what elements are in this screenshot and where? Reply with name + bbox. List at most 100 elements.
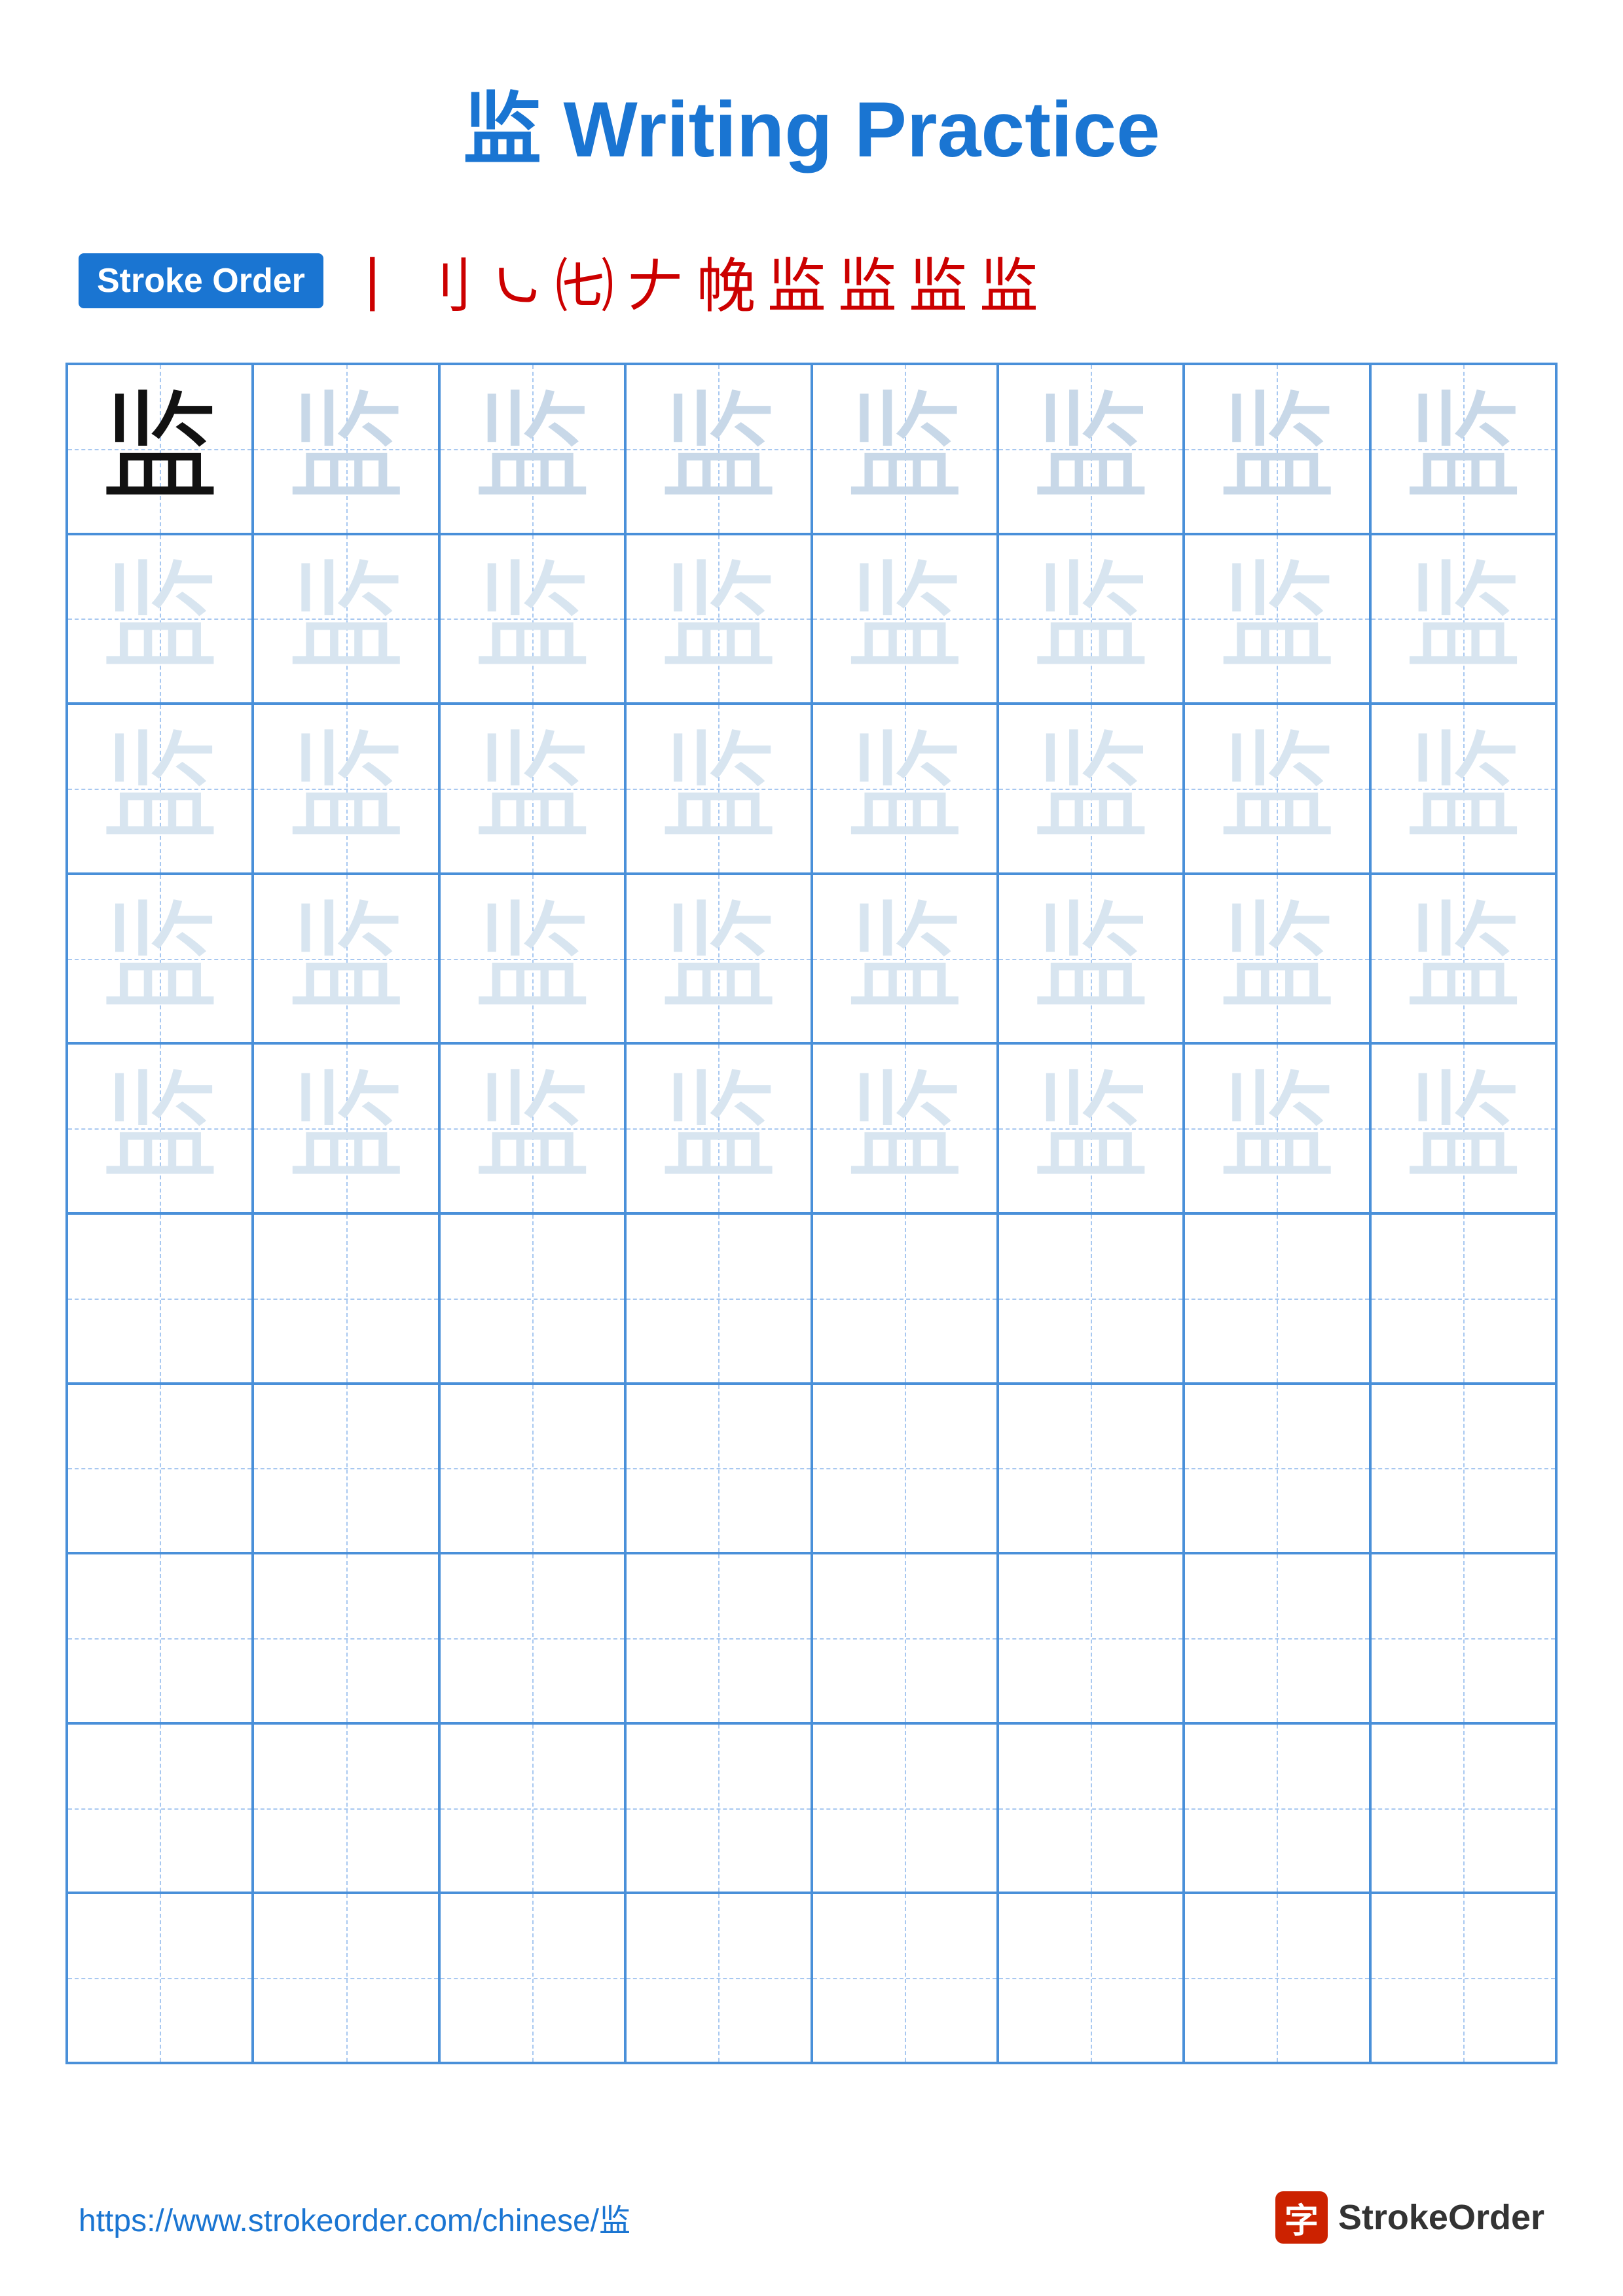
- grid-cell[interactable]: 监: [1184, 534, 1370, 704]
- grid-cell[interactable]: [812, 1553, 998, 1723]
- practice-char: 监: [1404, 390, 1522, 508]
- practice-char: 监: [1218, 1069, 1336, 1187]
- grid-cell[interactable]: 监: [439, 364, 625, 534]
- grid-cell[interactable]: 监: [1184, 364, 1370, 534]
- grid-cell[interactable]: 监: [1370, 1043, 1556, 1213]
- grid-cell[interactable]: [812, 1893, 998, 2063]
- grid-cell[interactable]: 监: [812, 704, 998, 874]
- grid-cell[interactable]: 监: [812, 874, 998, 1044]
- grid-cell[interactable]: [625, 1213, 811, 1384]
- grid-cell[interactable]: 监: [439, 874, 625, 1044]
- grid-cell[interactable]: 监: [1370, 534, 1556, 704]
- grid-cell[interactable]: [1184, 1723, 1370, 1893]
- grid-cell[interactable]: 监: [253, 704, 439, 874]
- grid-cell[interactable]: 监: [1184, 704, 1370, 874]
- practice-char: 监: [846, 560, 964, 677]
- grid-cell[interactable]: [253, 1723, 439, 1893]
- grid-cell[interactable]: [439, 1893, 625, 2063]
- grid-cell[interactable]: 监: [625, 874, 811, 1044]
- title-char: 监: [463, 86, 541, 173]
- grid-cell[interactable]: [67, 1553, 253, 1723]
- grid-cell[interactable]: 监: [1370, 704, 1556, 874]
- grid-cell[interactable]: [625, 1893, 811, 2063]
- grid-cell[interactable]: 监: [253, 874, 439, 1044]
- grid-cell[interactable]: [1370, 1213, 1556, 1384]
- practice-char: 监: [659, 560, 777, 677]
- grid-cell[interactable]: [998, 1553, 1184, 1723]
- grid-cell[interactable]: 监: [625, 704, 811, 874]
- practice-grid: 监监监监监监监监监监监监监监监监监监监监监监监监监监监监监监监监监监监监监监监监: [65, 363, 1558, 2064]
- grid-cell[interactable]: 监: [67, 1043, 253, 1213]
- grid-cell[interactable]: [439, 1384, 625, 1554]
- grid-cell[interactable]: 监: [998, 704, 1184, 874]
- footer-brand: 字 StrokeOrder: [1275, 2191, 1544, 2244]
- grid-cell[interactable]: 监: [67, 874, 253, 1044]
- grid-cell[interactable]: [1370, 1553, 1556, 1723]
- grid-cell[interactable]: [998, 1384, 1184, 1554]
- brand-char: 字: [1285, 2193, 1319, 2242]
- grid-cell[interactable]: 监: [812, 534, 998, 704]
- grid-cell[interactable]: [67, 1213, 253, 1384]
- grid-cell[interactable]: 监: [1370, 364, 1556, 534]
- grid-cell[interactable]: [439, 1553, 625, 1723]
- grid-cell[interactable]: [439, 1213, 625, 1384]
- grid-cell[interactable]: [1184, 1384, 1370, 1554]
- practice-char: 监: [1032, 560, 1150, 677]
- practice-char: 监: [659, 390, 777, 508]
- grid-cell[interactable]: [1370, 1893, 1556, 2063]
- grid-cell[interactable]: [253, 1213, 439, 1384]
- grid-cell[interactable]: [625, 1723, 811, 1893]
- grid-cell[interactable]: [253, 1553, 439, 1723]
- grid-cell[interactable]: [67, 1723, 253, 1893]
- grid-cell[interactable]: [1184, 1213, 1370, 1384]
- practice-char: 监: [101, 390, 219, 508]
- grid-cell[interactable]: 监: [1184, 1043, 1370, 1213]
- practice-char: 监: [846, 900, 964, 1018]
- practice-char: 监: [1032, 730, 1150, 848]
- grid-cell[interactable]: 监: [1184, 874, 1370, 1044]
- grid-cell[interactable]: 监: [67, 534, 253, 704]
- grid-cell[interactable]: 监: [998, 534, 1184, 704]
- grid-cell[interactable]: 监: [998, 1043, 1184, 1213]
- grid-cell[interactable]: 监: [625, 1043, 811, 1213]
- grid-cell[interactable]: 监: [253, 534, 439, 704]
- grid-cell[interactable]: [998, 1723, 1184, 1893]
- grid-cell[interactable]: [253, 1893, 439, 2063]
- grid-cell[interactable]: 监: [812, 364, 998, 534]
- brand-icon: 字: [1275, 2191, 1328, 2244]
- grid-cell[interactable]: 监: [439, 1043, 625, 1213]
- grid-cell[interactable]: 监: [625, 364, 811, 534]
- grid-cell[interactable]: 监: [67, 364, 253, 534]
- stroke-order-section: Stroke Order 丨 刂 ㇃ ㈦ 𠂇 㡈 监 监 监 监: [0, 219, 1623, 350]
- grid-cell[interactable]: 监: [439, 704, 625, 874]
- grid-cell[interactable]: [1370, 1384, 1556, 1554]
- practice-char: 监: [1218, 390, 1336, 508]
- grid-cell[interactable]: 监: [812, 1043, 998, 1213]
- practice-char: 监: [659, 730, 777, 848]
- practice-char: 监: [287, 1069, 405, 1187]
- grid-cell[interactable]: [625, 1384, 811, 1554]
- grid-cell[interactable]: [812, 1384, 998, 1554]
- grid-cell[interactable]: 监: [998, 364, 1184, 534]
- grid-cell[interactable]: 监: [439, 534, 625, 704]
- practice-char: 监: [659, 900, 777, 1018]
- grid-cell[interactable]: [998, 1893, 1184, 2063]
- grid-cell[interactable]: [812, 1723, 998, 1893]
- grid-cell[interactable]: [67, 1384, 253, 1554]
- grid-cell[interactable]: [998, 1213, 1184, 1384]
- grid-cell[interactable]: 监: [67, 704, 253, 874]
- grid-cell[interactable]: [253, 1384, 439, 1554]
- grid-cell[interactable]: [625, 1553, 811, 1723]
- grid-cell[interactable]: 监: [998, 874, 1184, 1044]
- grid-cell[interactable]: [1184, 1553, 1370, 1723]
- grid-cell[interactable]: [67, 1893, 253, 2063]
- grid-cell[interactable]: [1184, 1893, 1370, 2063]
- grid-cell[interactable]: 监: [253, 364, 439, 534]
- grid-cell[interactable]: [812, 1213, 998, 1384]
- grid-cell[interactable]: 监: [625, 534, 811, 704]
- grid-cell[interactable]: 监: [1370, 874, 1556, 1044]
- stroke-6: 㡈: [697, 238, 756, 323]
- grid-cell[interactable]: [439, 1723, 625, 1893]
- grid-cell[interactable]: [1370, 1723, 1556, 1893]
- grid-cell[interactable]: 监: [253, 1043, 439, 1213]
